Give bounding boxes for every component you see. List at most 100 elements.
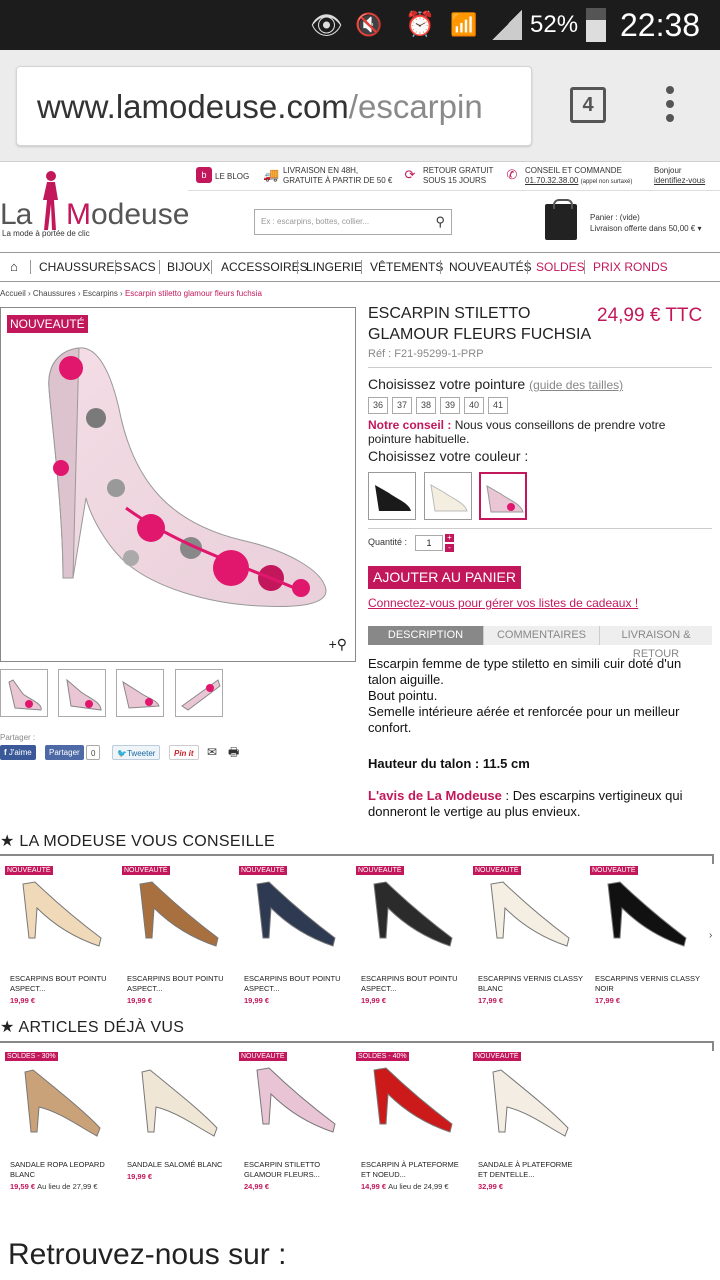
product-tabs: DESCRIPTION COMMENTAIRES LIVRAISON & RET… — [368, 626, 712, 660]
product-badge: NOUVEAUTÉ — [122, 866, 170, 875]
nav-item-lingerie[interactable]: LINGERIE — [306, 253, 362, 281]
nav-item-chaussures[interactable]: CHAUSSURES — [39, 253, 122, 281]
nav-item-sacs[interactable]: SACS — [123, 253, 156, 281]
product-price: 24,99 € — [244, 1182, 269, 1191]
home-icon[interactable]: ⌂ — [10, 253, 18, 281]
product-image-wrap[interactable] — [473, 1052, 583, 1152]
thumbnail-4[interactable] — [175, 669, 223, 717]
product-name-line2: GLAMOUR FLEURS... — [244, 1170, 320, 1179]
product-image-wrap[interactable] — [590, 866, 700, 966]
nav-item-vetements[interactable]: VÊTEMENTS — [370, 253, 443, 281]
facebook-like-button[interactable]: f J'aime — [0, 745, 36, 760]
signal-icon — [492, 10, 522, 40]
nav-item-soldes[interactable]: SOLDES — [536, 253, 585, 281]
price-value: 17,99 € — [595, 996, 621, 1005]
zoom-icon[interactable]: +⚲ — [329, 636, 347, 653]
description-line: Escarpin femme de type stiletto en simil… — [368, 656, 682, 687]
product-image-wrap[interactable] — [239, 1052, 349, 1152]
blog-link[interactable]: LE BLOG — [215, 172, 249, 182]
tab-description[interactable]: DESCRIPTION — [368, 626, 484, 645]
product-price: 14,99 € Au lieu de 24,99 € — [361, 1182, 449, 1191]
quantity-decrease-button[interactable]: - — [445, 544, 454, 552]
product-image-wrap[interactable] — [473, 866, 583, 966]
product-name[interactable]: ESCARPINS VERNIS CLASSY BLANC — [478, 974, 588, 994]
product-name[interactable]: SANDALE À PLATEFORME ET DENTELLE... — [478, 1160, 588, 1180]
phone-number[interactable]: 01.70.32.38.00 — [525, 176, 578, 185]
product-image-wrap[interactable] — [239, 866, 349, 966]
thumbnail-1[interactable] — [0, 669, 48, 717]
nav-item-nouveautes[interactable]: NOUVEAUTÉS — [449, 253, 532, 281]
product-name[interactable]: SANDALE SALOMÉ BLANC — [127, 1160, 237, 1170]
size-option[interactable]: 41 — [488, 397, 508, 414]
quantity-increase-button[interactable]: + — [445, 534, 454, 542]
facebook-share-button[interactable]: Partager — [45, 745, 84, 760]
product-image-wrap[interactable] — [356, 1052, 466, 1152]
product-name-line2: ET DENTELLE... — [478, 1170, 535, 1179]
product-name[interactable]: ESCARPINS VERNIS CLASSY NOIR — [595, 974, 705, 994]
contact-line1: CONSEIL ET COMMANDE — [525, 166, 622, 175]
product-name[interactable]: ESCARPIN À PLATEFORME ET NOEUD... — [361, 1160, 471, 1180]
product-image — [139, 881, 219, 947]
size-option[interactable]: 38 — [416, 397, 436, 414]
product-image-wrap[interactable] — [122, 866, 232, 966]
color-swatch-black[interactable] — [368, 472, 416, 520]
product-name[interactable]: SANDALE ROPA LEOPARD BLANC — [10, 1160, 120, 1180]
nav-item-accessoires[interactable]: ACCESSOIRES — [221, 253, 308, 281]
price-value: 17,99 € — [478, 996, 504, 1005]
pinterest-button[interactable]: Pin it — [169, 745, 199, 760]
avis-label: L'avis de La Modeuse — [368, 788, 502, 803]
product-name-line1: ESCARPINS VERNIS CLASSY — [595, 974, 701, 983]
tweet-button[interactable]: 🐦Tweeter — [112, 745, 161, 760]
tab-comments[interactable]: COMMENTAIRES — [484, 626, 600, 645]
size-option[interactable]: 40 — [464, 397, 484, 414]
email-icon[interactable]: ✉ — [203, 745, 221, 760]
cart-summary[interactable]: Panier : (vide) Livraison offerte dans 5… — [590, 212, 702, 234]
product-main-image[interactable]: NOUVEAUTÉ +⚲ — [0, 307, 356, 662]
hello-text: Bonjour — [654, 166, 682, 175]
add-to-cart-button[interactable]: AJOUTER AU PANIER — [368, 566, 521, 589]
color-swatch-floral[interactable] — [479, 472, 527, 520]
product-name[interactable]: ESCARPINS BOUT POINTU ASPECT... — [361, 974, 471, 994]
product-name[interactable]: ESCARPIN STILETTO GLAMOUR FLEURS... — [244, 1160, 354, 1180]
size-option[interactable]: 37 — [392, 397, 412, 414]
product-name[interactable]: ESCARPINS BOUT POINTU ASPECT... — [10, 974, 120, 994]
product-image-wrap[interactable] — [5, 866, 115, 966]
url-bar[interactable]: www.lamodeuse.com/escarpin — [16, 66, 532, 146]
login-link[interactable]: identifiez-vous — [654, 176, 705, 185]
nav-item-prix-ronds[interactable]: PRIX RONDS — [593, 253, 668, 281]
chevron-right-icon[interactable]: › — [709, 930, 712, 941]
quantity-input[interactable]: 1 — [415, 535, 443, 551]
product-name-line2: ASPECT... — [244, 984, 280, 993]
product-description: Escarpin femme de type stiletto en simil… — [368, 656, 712, 820]
wishlist-link[interactable]: Connectez-vous pour gérer vos listes de … — [368, 596, 638, 610]
breadcrumb-escarpins[interactable]: Escarpins — [83, 289, 118, 298]
account-info: Bonjour identifiez-vous — [654, 166, 705, 186]
product-name[interactable]: ESCARPINS BOUT POINTU ASPECT... — [244, 974, 354, 994]
size-option[interactable]: 39 — [440, 397, 460, 414]
logo-la: La — [0, 198, 32, 231]
breadcrumb-chaussures[interactable]: Chaussures — [33, 289, 76, 298]
thumbnail-2[interactable] — [58, 669, 106, 717]
search-icon[interactable]: ⚲ — [435, 210, 445, 234]
product-name[interactable]: ESCARPINS BOUT POINTU ASPECT... — [127, 974, 237, 994]
logo-m: M — [66, 198, 91, 231]
size-option[interactable]: 36 — [368, 397, 388, 414]
product-image-wrap[interactable] — [5, 1052, 115, 1152]
shopping-bag-icon[interactable] — [545, 199, 577, 240]
overflow-menu-button[interactable] — [660, 86, 680, 126]
floral-pump-image — [48, 347, 327, 607]
search-input[interactable]: Ex : escarpins, bottes, collier... ⚲ — [254, 209, 452, 235]
size-guide-link[interactable]: (guide des tailles) — [529, 378, 623, 392]
product-image-wrap[interactable] — [122, 1052, 232, 1152]
print-icon[interactable]: 🖶 — [224, 745, 243, 760]
color-swatch-white[interactable] — [424, 472, 472, 520]
nav-item-bijoux[interactable]: BIJOUX — [167, 253, 210, 281]
product-price: 17,99 € — [478, 996, 503, 1005]
tab-shipping-returns[interactable]: LIVRAISON & RETOUR — [600, 626, 712, 660]
breadcrumb-home[interactable]: Accueil — [0, 289, 26, 298]
thumbnail-3[interactable] — [116, 669, 164, 717]
product-name-line1: ESCARPIN STILETTO — [244, 1160, 321, 1169]
tab-switcher-button[interactable]: 4 — [570, 87, 606, 123]
product-image-wrap[interactable] — [356, 866, 466, 966]
site-logo[interactable]: La Modeuse La mode à portée de clic — [0, 170, 210, 240]
